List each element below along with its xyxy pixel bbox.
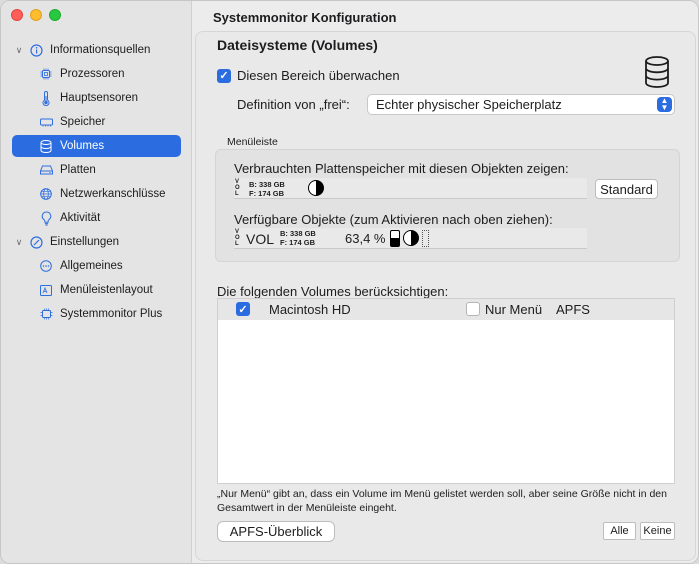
sidebar-item-label: Netzwerkanschlüsse: [60, 188, 166, 200]
sidebar: ∨ Informationsquellen Prozessoren Haupts…: [1, 1, 192, 563]
spacer-item[interactable]: [422, 230, 429, 247]
database-icon: [644, 56, 670, 91]
sidebar-group-label: Einstellungen: [50, 236, 120, 248]
sidebar-item-label: Aktivität: [60, 212, 101, 224]
window-title: Systemmonitor Konfiguration: [213, 10, 397, 25]
sidebar-group-einstellungen[interactable]: ∨ Einstellungen: [13, 231, 183, 253]
monitor-checkbox-label: Diesen Bereich überwachen: [237, 68, 400, 83]
table-row[interactable]: ✓ Macintosh HD Nur Menü APFS: [218, 299, 674, 320]
sidebar-item-label: Prozessoren: [60, 68, 125, 80]
sidebar-item-aktivitaet[interactable]: Aktivität: [39, 207, 179, 229]
volumes-list-label: Die folgenden Volumes berücksichtigen:: [217, 284, 449, 299]
sidebar-item-menueleistenlayout[interactable]: Menüleistenlayout: [39, 279, 179, 301]
thermometer-icon: [39, 90, 53, 106]
volumes-table: ✓ Macintosh HD Nur Menü APFS: [217, 298, 675, 484]
used-objects-label: Verbrauchten Plattenspeicher mit diesen …: [234, 161, 569, 176]
sidebar-item-label: Speicher: [60, 116, 106, 128]
menu-only-label: Nur Menü: [485, 302, 543, 317]
bytes-used-value: B: 338 GB: [249, 180, 285, 189]
bytes-free-value: F: 174 GB: [249, 189, 285, 198]
section-title: Dateisysteme (Volumes): [217, 37, 378, 53]
menu-only-note: „Nur Menü“ gibt an, dass ein Volume im M…: [217, 488, 667, 514]
volume-name: Macintosh HD: [269, 302, 351, 317]
chevron-up-down-icon: ▲ ▼: [657, 97, 672, 112]
sidebar-item-label: Menüleistenlayout: [60, 284, 153, 296]
vol-text-item[interactable]: VOL: [246, 231, 274, 247]
sidebar-item-platten[interactable]: Platten: [39, 159, 179, 181]
free-definition-value: Echter physischer Speicherplatz: [376, 97, 562, 112]
free-definition-label: Definition von „frei“:: [237, 97, 350, 112]
close-window-button[interactable]: [11, 9, 23, 21]
database-icon: [39, 139, 53, 153]
info-icon: [29, 43, 43, 57]
apfs-overview-button[interactable]: APFS-Überblick: [217, 521, 335, 542]
monitor-checkbox[interactable]: ✓: [217, 68, 231, 83]
pie-chart-icon: [308, 180, 324, 196]
used-objects-strip[interactable]: VOL B: 338 GB F: 174 GB: [234, 178, 587, 199]
bar-gauge-icon[interactable]: [390, 230, 400, 247]
main-content: Systemmonitor Konfiguration Dateisysteme…: [193, 1, 698, 563]
settings-circle-icon: [29, 235, 43, 249]
free-definition-select[interactable]: Echter physischer Speicherplatz ▲ ▼: [367, 94, 675, 115]
sidebar-item-allgemeines[interactable]: Allgemeines: [39, 255, 179, 277]
chip-icon: [39, 307, 53, 321]
sidebar-group-label: Informationsquellen: [50, 44, 151, 56]
globe-icon: [39, 187, 53, 201]
percent-item[interactable]: 63,4 %: [345, 231, 385, 246]
available-objects-label: Verfügbare Objekte (zum Aktivieren nach …: [234, 212, 553, 227]
available-objects-strip[interactable]: VOL VOL B: 338 GB F: 174 GB 63,4 %: [234, 228, 587, 249]
bytes-used-value: B: 338 GB: [280, 229, 316, 238]
select-none-button[interactable]: Keine: [640, 522, 675, 540]
sidebar-group-informationsquellen[interactable]: ∨ Informationsquellen: [13, 39, 183, 61]
select-all-button[interactable]: Alle: [603, 522, 636, 540]
sidebar-item-prozessoren[interactable]: Prozessoren: [39, 63, 179, 85]
sidebar-item-systemmonitor-plus[interactable]: Systemmonitor Plus: [39, 303, 179, 325]
monitor-checkbox-row[interactable]: ✓ Diesen Bereich überwachen: [217, 68, 400, 83]
sidebar-item-hauptsensoren[interactable]: Hauptsensoren: [39, 87, 179, 109]
disk-icon: [39, 163, 53, 177]
sidebar-item-label: Volumes: [60, 140, 105, 152]
lightbulb-icon: [39, 210, 53, 225]
memory-icon: [39, 115, 53, 129]
menubar-icon: [39, 283, 53, 297]
volume-include-checkbox[interactable]: ✓: [236, 302, 250, 316]
menubar-section-title: Menüleiste: [227, 136, 278, 148]
minimize-window-button[interactable]: [30, 9, 42, 21]
ellipsis-circle-icon: [39, 259, 53, 273]
sidebar-item-netzwerkanschluesse[interactable]: Netzwerkanschlüsse: [39, 183, 189, 205]
chevron-down-icon[interactable]: ∨: [13, 45, 25, 56]
menu-only-checkbox[interactable]: [466, 302, 480, 316]
bytes-free-value: F: 174 GB: [280, 238, 316, 247]
standard-button[interactable]: Standard: [595, 179, 658, 199]
vol-vertical-label: VOL: [235, 229, 240, 247]
sidebar-item-volumes[interactable]: Volumes: [12, 135, 181, 157]
sidebar-item-label: Platten: [60, 164, 96, 176]
sidebar-item-label: Hauptsensoren: [60, 92, 138, 104]
chevron-down-icon[interactable]: ∨: [13, 237, 25, 248]
sidebar-item-label: Systemmonitor Plus: [60, 308, 163, 320]
app-window: ∨ Informationsquellen Prozessoren Haupts…: [0, 0, 699, 564]
zoom-window-button[interactable]: [49, 9, 61, 21]
sidebar-item-label: Allgemeines: [60, 260, 123, 272]
cpu-icon: [39, 67, 53, 81]
vol-vertical-label: VOL: [235, 179, 240, 197]
sidebar-item-speicher[interactable]: Speicher: [39, 111, 179, 133]
pie-chart-icon[interactable]: [403, 230, 419, 246]
filesystem-type: APFS: [556, 302, 590, 317]
